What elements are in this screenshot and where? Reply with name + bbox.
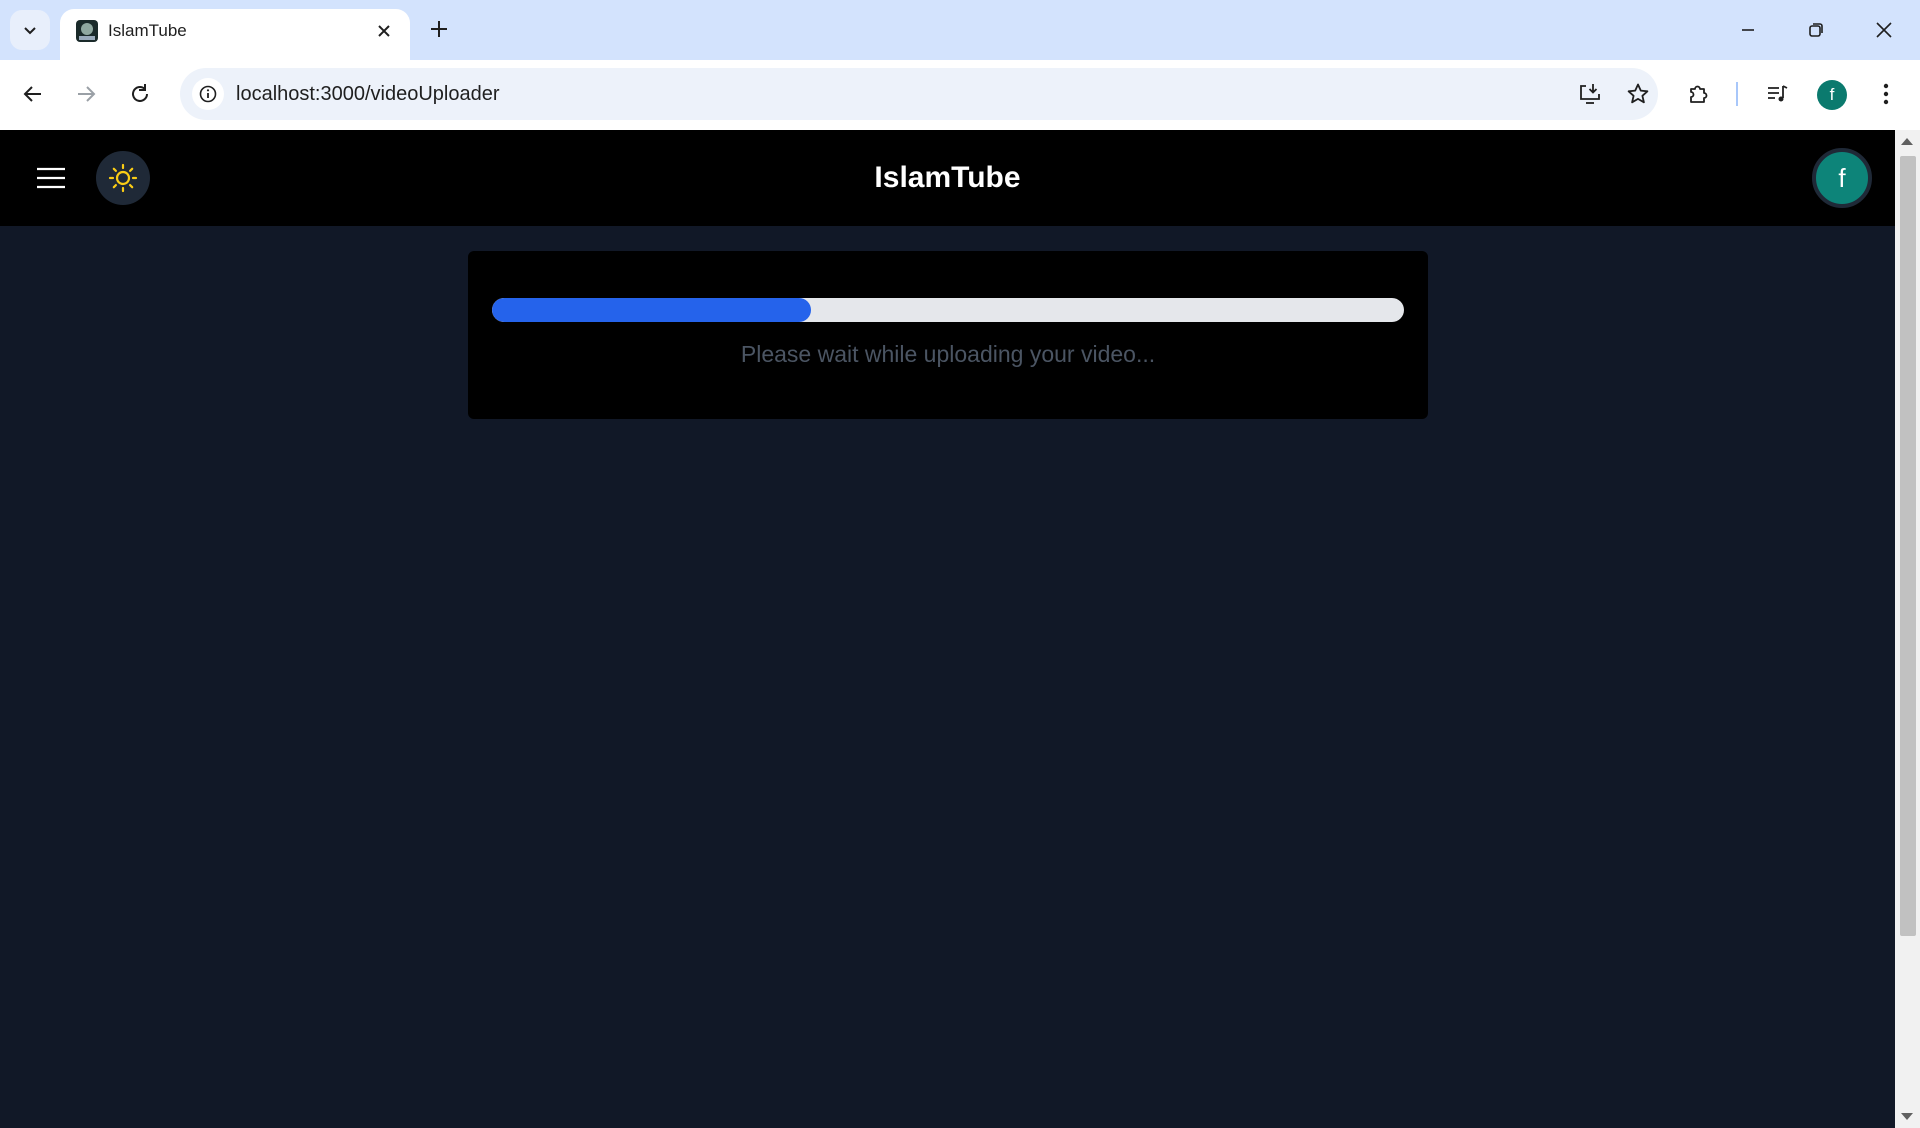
close-icon[interactable] — [372, 19, 396, 43]
browser-toolbar: localhost:3000/videoUploader f — [0, 60, 1920, 130]
plus-icon — [429, 19, 449, 39]
arrow-left-icon — [22, 83, 44, 105]
close-window-button[interactable] — [1862, 8, 1906, 52]
puzzle-icon — [1687, 82, 1711, 106]
tab-title: IslamTube — [108, 21, 187, 40]
upload-progress-fill — [492, 298, 812, 322]
close-icon — [1875, 21, 1893, 39]
star-icon[interactable] — [1622, 78, 1654, 110]
info-icon[interactable] — [192, 78, 224, 110]
browser-tab[interactable]: IslamTube — [60, 9, 410, 60]
reload-icon — [129, 83, 151, 105]
upload-card: Please wait while uploading your video..… — [468, 251, 1428, 419]
install-app-icon[interactable] — [1574, 78, 1606, 110]
scroll-up-arrow-icon[interactable] — [1901, 138, 1913, 145]
theme-toggle-button[interactable] — [96, 151, 150, 205]
forward-button[interactable] — [66, 74, 106, 114]
restore-button[interactable] — [1794, 8, 1838, 52]
browser-profile-avatar[interactable]: f — [1817, 80, 1847, 110]
reload-button[interactable] — [120, 74, 160, 114]
menu-icon — [37, 167, 65, 189]
page-viewport: IslamTube f Please wait while uploading … — [0, 130, 1895, 1128]
media-control-icon — [1765, 82, 1789, 106]
app-header: IslamTube f — [0, 130, 1895, 226]
menu-button[interactable] — [30, 158, 72, 198]
media-control-button[interactable] — [1757, 74, 1797, 114]
minimize-button[interactable] — [1726, 8, 1770, 52]
toolbar-separator — [1736, 82, 1738, 106]
page-scrollbar[interactable] — [1895, 130, 1920, 1128]
chevron-down-icon — [22, 22, 38, 38]
tab-search-button[interactable] — [10, 10, 50, 50]
scroll-down-arrow-icon[interactable] — [1901, 1113, 1913, 1120]
new-tab-button[interactable] — [422, 12, 456, 46]
more-vertical-icon — [1883, 83, 1889, 105]
upload-progress-bar — [492, 298, 1404, 322]
restore-icon — [1808, 22, 1824, 38]
address-bar[interactable]: localhost:3000/videoUploader — [180, 68, 1658, 120]
arrow-right-icon — [75, 83, 97, 105]
brand-title: IslamTube — [874, 161, 1021, 194]
minimize-icon — [1740, 22, 1756, 38]
extensions-button[interactable] — [1679, 74, 1719, 114]
browser-menu-button[interactable] — [1866, 74, 1906, 114]
scroll-thumb[interactable] — [1900, 156, 1916, 936]
upload-status-message: Please wait while uploading your video..… — [740, 341, 1156, 367]
sun-icon — [108, 163, 138, 193]
back-button[interactable] — [13, 74, 53, 114]
browser-tabstrip: IslamTube — [0, 0, 1920, 60]
url-text[interactable]: localhost:3000/videoUploader — [236, 83, 500, 106]
islamtube-favicon-icon — [74, 18, 100, 44]
user-avatar[interactable]: f — [1812, 148, 1872, 208]
